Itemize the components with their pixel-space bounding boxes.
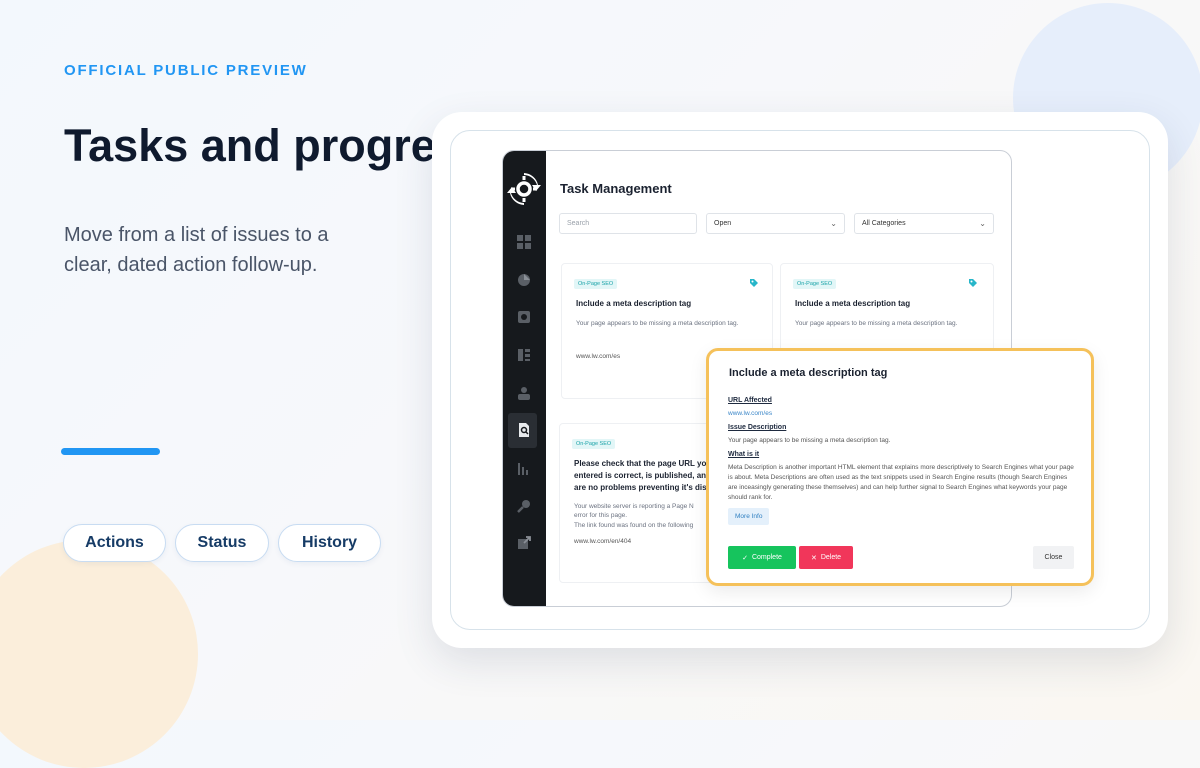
complete-label: Complete (751, 554, 782, 561)
hero-subtitle: Move from a list of issues to a clear, d… (64, 224, 329, 276)
category-tag: On-Page SEO (572, 439, 616, 449)
modal-title: Include a meta description tag (729, 367, 888, 379)
category-select[interactable]: All Categories ⌄ (854, 213, 994, 234)
complete-button[interactable]: ✓ Complete (728, 546, 796, 569)
task-description: Your page appears to be missing a meta d… (576, 320, 739, 327)
key-icon[interactable] (516, 498, 532, 514)
app-title: Task Management (560, 181, 672, 196)
chart-icon[interactable] (516, 272, 532, 288)
close-button[interactable]: Close (1033, 546, 1074, 569)
search-input[interactable]: Search (559, 213, 697, 234)
issue-description-text: Your page appears to be missing a meta d… (728, 437, 891, 444)
task-detail-modal: Include a meta description tag URL Affec… (706, 348, 1094, 586)
task-title: Include a meta description tag (576, 299, 692, 308)
accent-bar (61, 448, 160, 455)
what-is-it-label: What is it (728, 451, 760, 458)
url-affected-link[interactable]: www.lw.com/es (728, 410, 772, 417)
task-description: Your page appears to be missing a meta d… (795, 320, 958, 327)
bar-chart-icon[interactable] (516, 460, 532, 476)
category-tag: On-Page SEO (574, 279, 618, 289)
search-doc-icon[interactable] (516, 422, 532, 438)
app-sidebar (503, 151, 546, 606)
background-circle-orange (0, 540, 198, 768)
eyebrow-label: OFFICIAL PUBLIC PREVIEW (64, 62, 308, 79)
status-select-value: Open (714, 220, 732, 227)
list-icon[interactable] (516, 347, 532, 363)
delete-label: Delete (820, 554, 842, 561)
status-select[interactable]: Open ⌄ (706, 213, 845, 234)
users-icon[interactable] (516, 385, 532, 401)
hero-title: Tasks and progress (64, 120, 450, 171)
issue-description-label: Issue Description (728, 424, 787, 431)
more-info-button[interactable]: More Info (728, 508, 770, 525)
tag-icon[interactable] (749, 278, 759, 288)
url-affected-label: URL Affected (728, 397, 772, 404)
task-title: Include a meta description tag (795, 299, 911, 308)
chevron-down-icon: ⌄ (979, 219, 986, 228)
report-icon[interactable] (516, 309, 532, 325)
export-icon[interactable] (516, 535, 532, 551)
category-tag: On-Page SEO (793, 279, 837, 289)
delete-button[interactable]: ✕ Delete (799, 546, 853, 569)
pill-status[interactable]: Status (175, 524, 269, 562)
chevron-down-icon: ⌄ (830, 219, 837, 228)
task-url: www.lw.com/es (576, 353, 621, 360)
x-icon: ✕ (810, 554, 817, 562)
check-icon: ✓ (742, 554, 748, 562)
search-placeholder: Search (567, 220, 590, 227)
pill-actions[interactable]: Actions (63, 524, 166, 562)
pill-history[interactable]: History (278, 524, 381, 562)
category-select-value: All Categories (862, 220, 906, 227)
task-url: www.lw.com/en/404 (574, 538, 632, 545)
logo-icon[interactable] (506, 171, 542, 207)
what-is-it-text: Meta Description is another important HT… (728, 464, 1074, 501)
dashboard-icon[interactable] (516, 234, 532, 250)
tag-icon[interactable] (968, 278, 978, 288)
